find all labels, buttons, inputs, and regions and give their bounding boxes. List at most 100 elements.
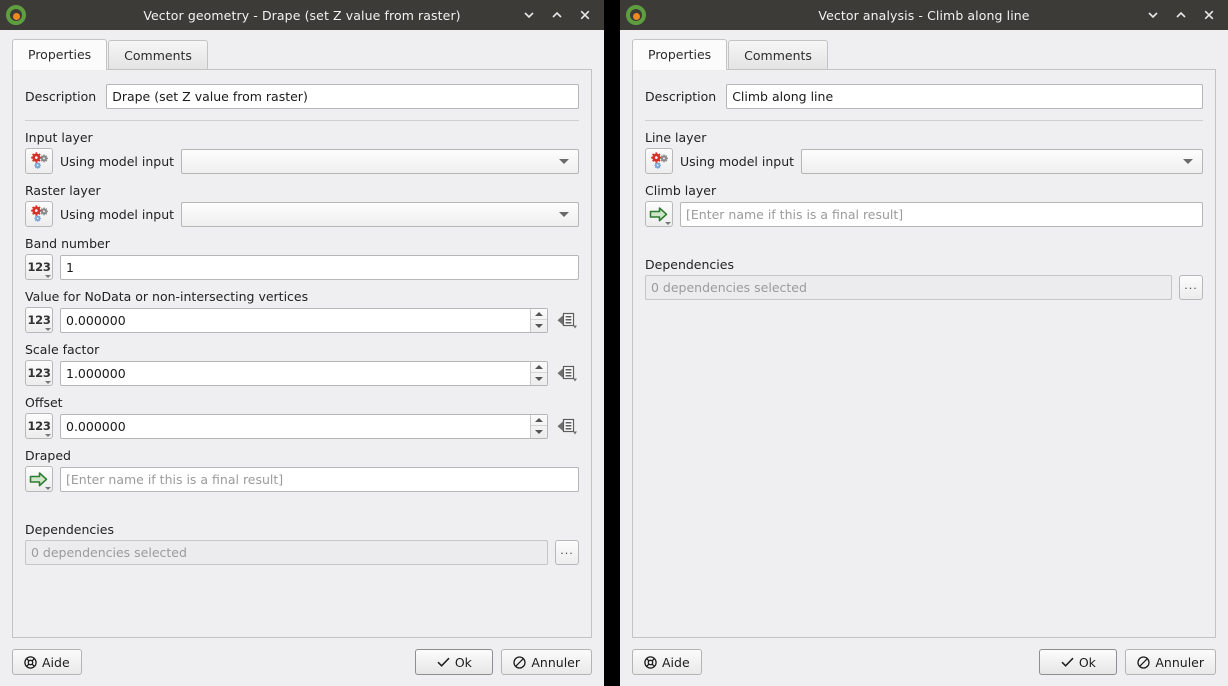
chevron-down-icon[interactable] (516, 2, 542, 28)
scale-factor-text: 1.000000 (61, 366, 530, 381)
offset-spinbox[interactable]: 0.000000 (60, 414, 548, 439)
screen: Vector geometry - Drape (set Z value fro… (0, 0, 1228, 686)
lifebuoy-icon (24, 656, 37, 669)
input-layer-combo[interactable] (181, 149, 579, 174)
line-layer-model-text: Using model input (680, 154, 794, 169)
123-icon[interactable]: 123 (25, 307, 53, 333)
123-icon[interactable]: 123 (25, 413, 53, 439)
right-window-controls (1140, 0, 1222, 30)
qgis-logo-icon (625, 4, 647, 26)
dependencies-field[interactable]: 0 dependencies selected (25, 540, 548, 565)
description-separator (645, 120, 1203, 121)
cancel-button-label: Annuler (531, 655, 580, 670)
gears-icon[interactable] (25, 201, 53, 227)
right-window-title: Vector analysis - Climb along line (620, 8, 1228, 23)
scale-factor-stepper[interactable] (530, 362, 547, 385)
offset-stepper[interactable] (530, 415, 547, 438)
nodata-value-spinbox[interactable]: 0.000000 (60, 308, 548, 333)
scale-factor-spinbox[interactable]: 1.000000 (60, 361, 548, 386)
stepper-down-icon[interactable] (531, 426, 547, 438)
help-button[interactable]: Aide (632, 649, 702, 675)
raster-layer-model-text: Using model input (60, 207, 174, 222)
line-layer-row: Using model input (645, 148, 1203, 174)
cancel-button[interactable]: Annuler (1125, 649, 1216, 675)
ok-button-label: Ok (455, 655, 472, 670)
climb-layer-output-input[interactable] (680, 202, 1203, 227)
climb-dialog-window: Vector analysis - Climb along line Prope… (620, 0, 1228, 686)
tab-properties[interactable]: Properties (12, 39, 107, 70)
stepper-down-icon[interactable] (531, 373, 547, 385)
ok-button-label: Ok (1079, 655, 1096, 670)
help-button[interactable]: Aide (12, 649, 82, 675)
green-arrow-icon[interactable] (25, 466, 53, 492)
check-icon (1061, 656, 1074, 668)
band-number-input[interactable] (60, 255, 579, 280)
stepper-up-icon[interactable] (531, 309, 547, 321)
nodata-value-label: Value for NoData or non-intersecting ver… (25, 289, 579, 304)
offset-text: 0.000000 (61, 419, 530, 434)
no-entry-icon (1137, 656, 1150, 669)
climb-layer-row (645, 201, 1203, 227)
help-button-label: Aide (662, 655, 690, 670)
right-properties-panel: Description Line layer (632, 69, 1216, 638)
left-titlebar[interactable]: Vector geometry - Drape (set Z value fro… (0, 0, 604, 30)
dependencies-browse-button[interactable]: ... (555, 540, 579, 565)
close-icon[interactable] (572, 2, 598, 28)
description-row: Description (645, 84, 1203, 109)
ok-button[interactable]: Ok (1039, 649, 1117, 675)
band-number-label: Band number (25, 236, 579, 251)
lifebuoy-icon (644, 656, 657, 669)
drape-dialog-window: Vector geometry - Drape (set Z value fro… (0, 0, 604, 686)
left-button-bar: Aide Ok Annuler (0, 638, 604, 686)
close-icon[interactable] (1196, 2, 1222, 28)
description-label: Description (25, 89, 96, 104)
stepper-up-icon[interactable] (531, 415, 547, 427)
chevron-down-icon[interactable] (1140, 2, 1166, 28)
climb-layer-label: Climb layer (645, 183, 1203, 198)
tab-comments[interactable]: Comments (728, 40, 828, 70)
123-icon-label: 123 (27, 419, 50, 433)
nodata-value-row: 123 0.000000 (25, 307, 579, 333)
data-defined-override-icon[interactable] (555, 361, 579, 385)
chevron-down-icon (1183, 159, 1193, 164)
cancel-button[interactable]: Annuler (501, 649, 592, 675)
cancel-button-label: Annuler (1155, 655, 1204, 670)
draped-row (25, 466, 579, 492)
description-input[interactable] (726, 84, 1203, 109)
draped-output-input[interactable] (60, 467, 579, 492)
line-layer-label: Line layer (645, 130, 1203, 145)
stepper-down-icon[interactable] (531, 320, 547, 332)
123-icon[interactable]: 123 (25, 254, 53, 280)
raster-layer-combo[interactable] (181, 202, 579, 227)
tab-comments[interactable]: Comments (108, 40, 208, 70)
green-arrow-icon[interactable] (645, 201, 673, 227)
dependencies-field[interactable]: 0 dependencies selected (645, 275, 1172, 300)
raster-layer-row: Using model input (25, 201, 579, 227)
chevron-up-icon[interactable] (544, 2, 570, 28)
dependencies-label: Dependencies (25, 522, 579, 537)
description-input[interactable] (106, 84, 579, 109)
123-icon[interactable]: 123 (25, 360, 53, 386)
left-tabstrip: Properties Comments (0, 30, 604, 69)
no-entry-icon (513, 656, 526, 669)
ok-button[interactable]: Ok (415, 649, 493, 675)
stepper-up-icon[interactable] (531, 362, 547, 374)
line-layer-combo[interactable] (801, 149, 1203, 174)
chevron-up-icon[interactable] (1168, 2, 1194, 28)
nodata-value-stepper[interactable] (530, 309, 547, 332)
dependencies-browse-button[interactable]: ... (1179, 275, 1203, 300)
draped-label: Draped (25, 448, 579, 463)
check-icon (437, 656, 450, 668)
right-tabstrip: Properties Comments (620, 30, 1228, 69)
scale-factor-row: 123 1.000000 (25, 360, 579, 386)
gears-icon[interactable] (645, 148, 673, 174)
description-row: Description (25, 84, 579, 109)
gears-icon[interactable] (25, 148, 53, 174)
data-defined-override-icon[interactable] (555, 308, 579, 332)
tab-properties[interactable]: Properties (632, 39, 727, 70)
nodata-value-text: 0.000000 (61, 313, 530, 328)
right-titlebar[interactable]: Vector analysis - Climb along line (620, 0, 1228, 30)
right-button-bar: Aide Ok Annuler (620, 638, 1228, 686)
data-defined-override-icon[interactable] (555, 414, 579, 438)
description-label: Description (645, 89, 716, 104)
